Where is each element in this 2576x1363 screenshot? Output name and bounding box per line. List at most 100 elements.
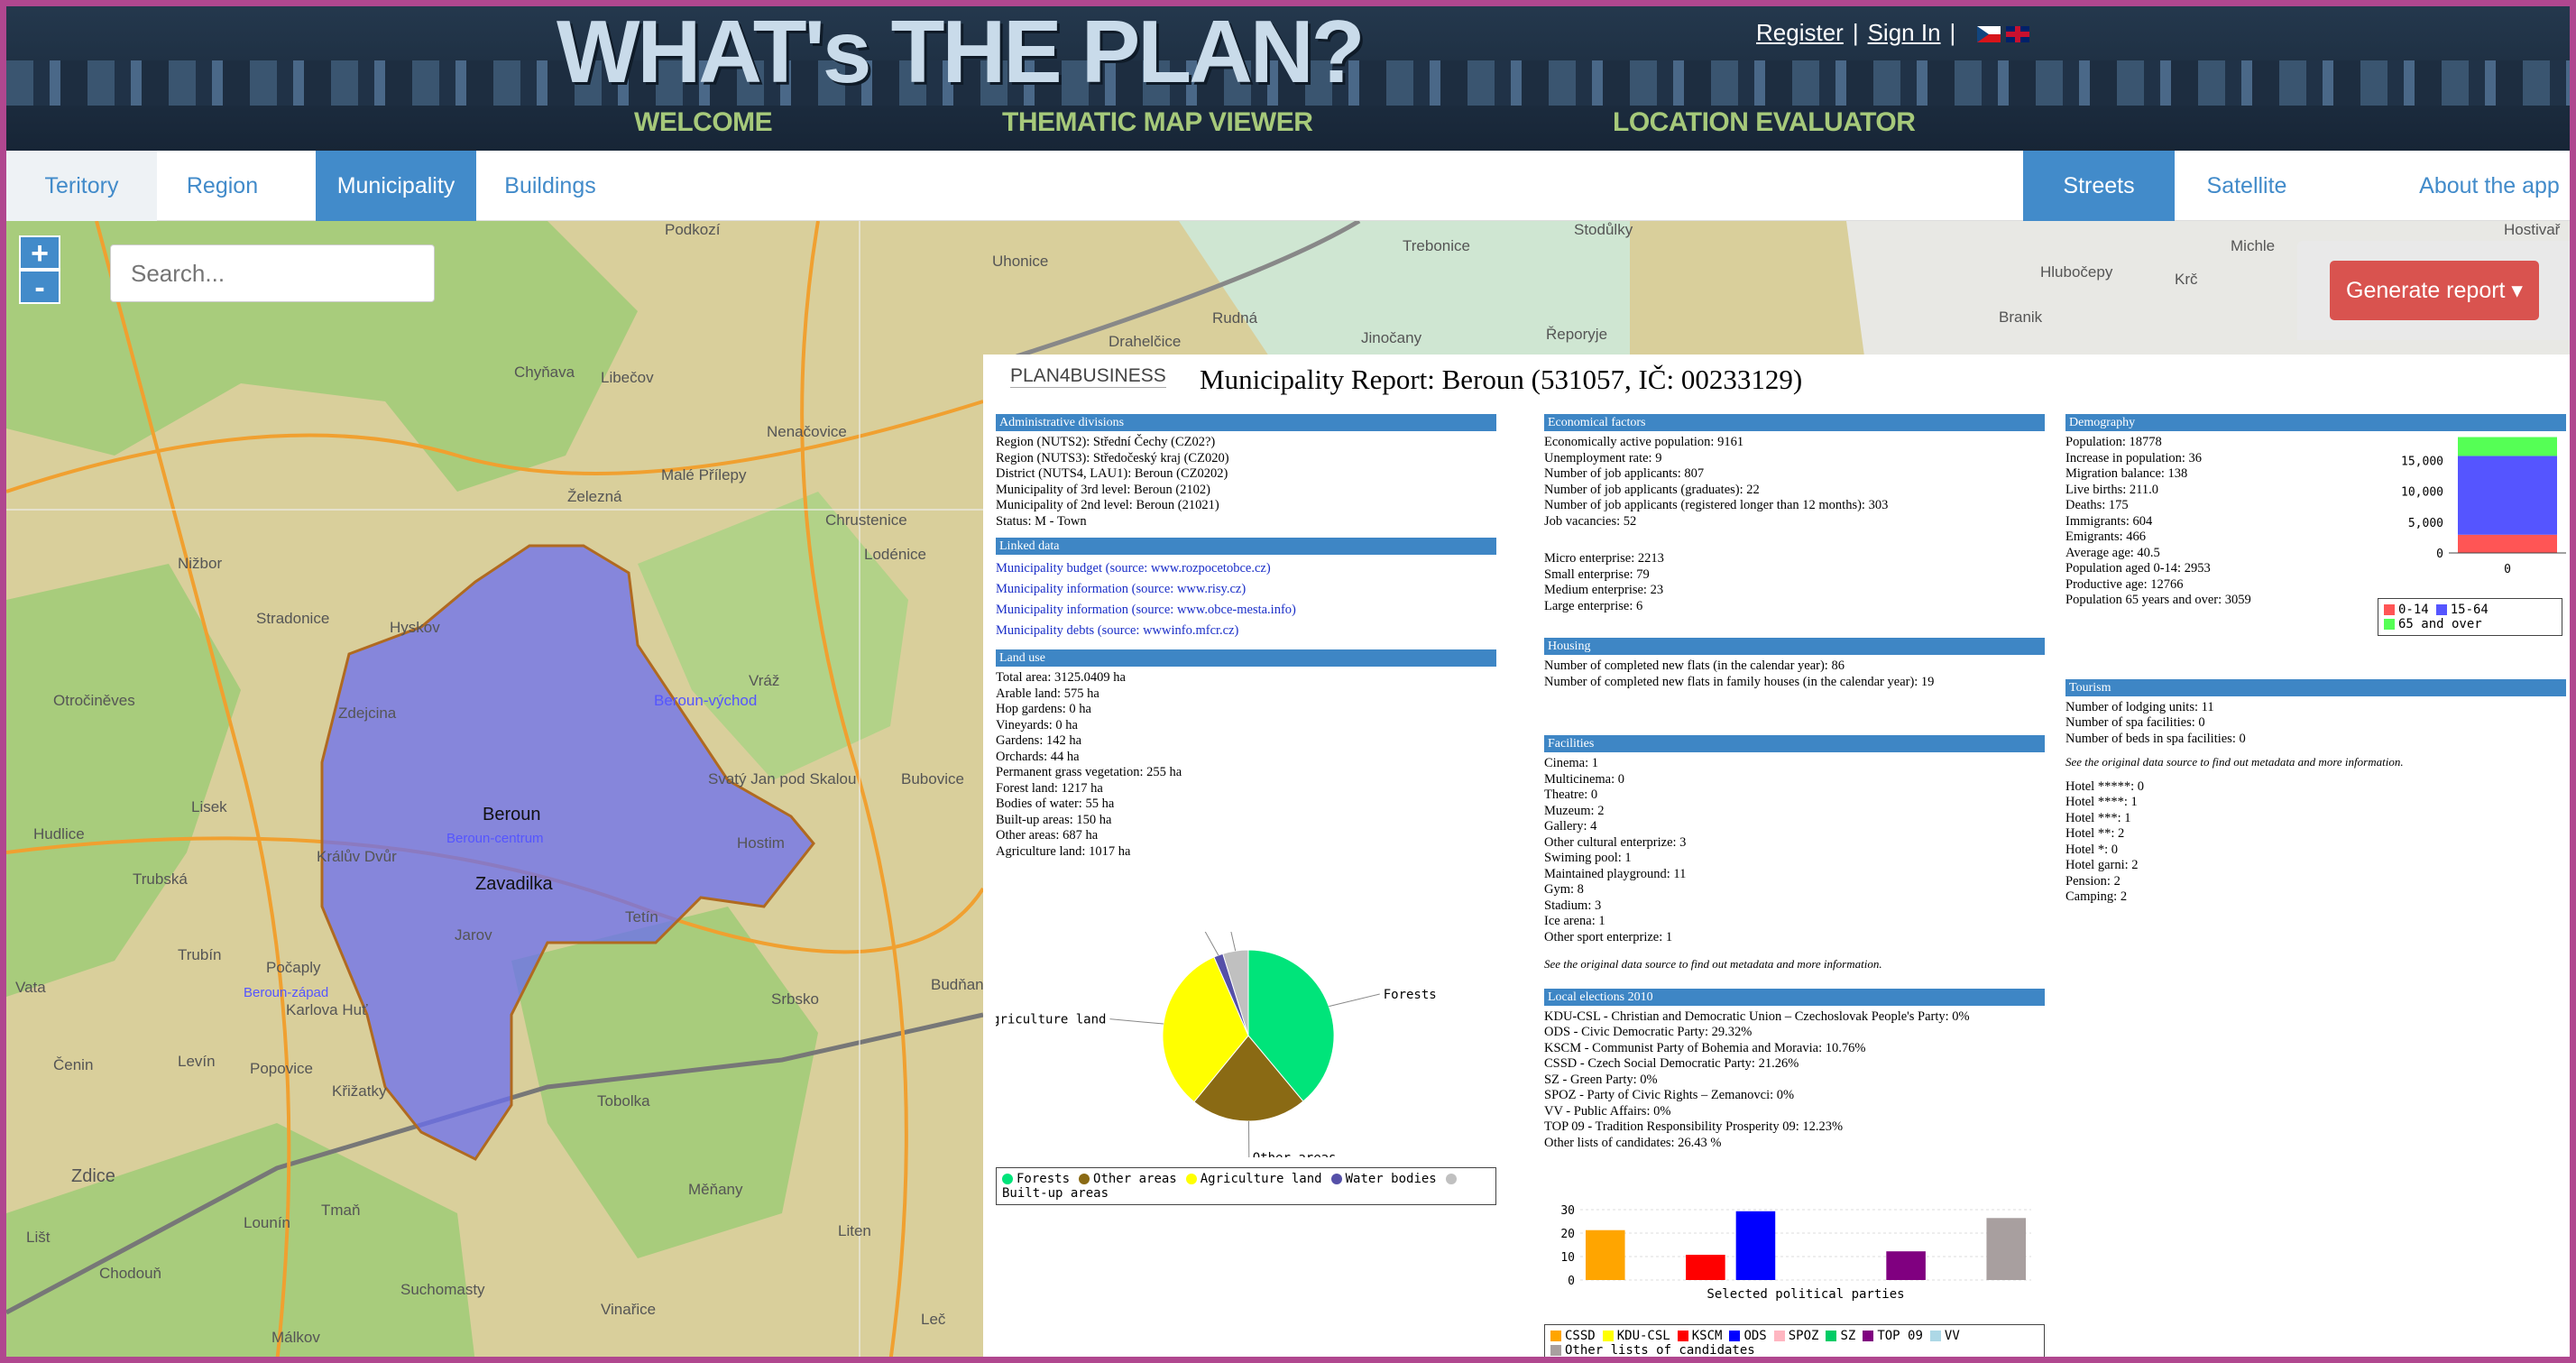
- report-line: Number of completed new flats (in the ca…: [1544, 658, 1845, 673]
- tab-teritory[interactable]: Teritory: [6, 151, 157, 221]
- report-control: Generate report ▾: [2297, 241, 2570, 340]
- map-label: Beroun-centrum: [446, 831, 544, 846]
- search-input[interactable]: [110, 244, 435, 302]
- report-line: Hotel *: 0: [2065, 842, 2118, 857]
- debts-link[interactable]: Municipality debts (source: wwwinfo.mfcr…: [996, 621, 1496, 641]
- app-frame: WHAT's THE PLAN? Register | Sign In | WELCO…: [0, 0, 2576, 1363]
- legend-item: Forests: [1002, 1172, 1070, 1186]
- report-line: Camping: 2: [2065, 889, 2128, 904]
- map-label: Zdice: [71, 1166, 115, 1186]
- obce-mesta-link[interactable]: Municipality information (source: www.ob…: [996, 600, 1496, 621]
- bar: [1735, 1211, 1776, 1280]
- legend-item: TOP 09: [1863, 1329, 1923, 1343]
- tab-region[interactable]: Region: [157, 151, 288, 221]
- map-label: Libečov: [601, 369, 654, 386]
- zoom-in-button[interactable]: +: [19, 235, 60, 270]
- report-line: Ice arena: 1: [1544, 914, 1605, 928]
- report-line: Other areas: 687 ha: [996, 828, 1099, 843]
- map-label: Vata: [15, 979, 46, 996]
- budget-link[interactable]: Municipality budget (source: www.rozpoce…: [996, 558, 1496, 579]
- separator: |: [1949, 19, 1956, 46]
- tab-streets[interactable]: Streets: [2023, 151, 2175, 221]
- map-label: Podkozí: [665, 221, 721, 238]
- elections-bar-chart: 0 10 20 30 Selected political parties CSSD KD…: [1544, 1202, 2045, 1357]
- report-line: SZ - Green Party: 0%: [1544, 1072, 1658, 1087]
- section-header: Tourism: [2065, 678, 2566, 696]
- map-label: Trubín: [178, 946, 222, 963]
- municipality-report-panel: PLAN4BUSINESS Municipality Report: Berou…: [983, 355, 2570, 1357]
- y-tick-label: 30: [1560, 1204, 1575, 1218]
- report-line: Hotel ***: 1: [2065, 810, 2131, 825]
- y-tick-label: 0: [2436, 548, 2443, 561]
- map-label: Michle: [2231, 237, 2276, 254]
- tab-about-the-app[interactable]: About the app: [2409, 151, 2570, 221]
- report-line: District (NUTS4, LAU1): Beroun (CZ0202): [996, 466, 1228, 481]
- source-note: See the original data source to find out…: [1544, 957, 1882, 971]
- report-line: Number of spa facilities: 0: [2065, 715, 2205, 730]
- report-line: Other lists of candidates: 26.43 %: [1544, 1135, 1722, 1150]
- generate-report-button[interactable]: Generate report ▾: [2330, 261, 2539, 320]
- election-lines: KDU-CSL - Christian and Democratic Union…: [1544, 1009, 2045, 1152]
- map-label: Srbsko: [771, 990, 819, 1008]
- report-line: Swiming pool: 1: [1544, 851, 1632, 865]
- map-label: Tetín: [625, 908, 658, 926]
- map-label: Zdejcina: [338, 705, 397, 722]
- nav-location-evaluator[interactable]: LOCATION EVALUATOR: [1613, 107, 1916, 138]
- map-label: Drahelčice: [1109, 333, 1182, 350]
- pie-label-connector: [1227, 915, 1237, 952]
- tab-buildings[interactable]: Buildings: [476, 151, 624, 221]
- facilities-lines: Cinema: 1 Multicinema: 0 Theatre: 0 Muzeum:…: [1544, 756, 2045, 851]
- report-line: Number of job applicants: 807: [1544, 466, 1705, 481]
- stack-svg: 0 5,000 10,000 15,000 0: [2401, 437, 2566, 576]
- map-label: Lišt: [26, 1229, 51, 1246]
- map-label: Suchomasty: [400, 1281, 485, 1298]
- report-line: Status: M - Town: [996, 513, 1087, 529]
- tab-satellite[interactable]: Satellite: [2175, 151, 2319, 221]
- zoom-out-button[interactable]: -: [19, 270, 60, 304]
- map-label: Leč: [921, 1311, 946, 1328]
- report-line: Stadium: 3: [1544, 898, 1602, 913]
- map-label: Vinařice: [601, 1301, 657, 1318]
- section-header: Housing: [1544, 638, 2045, 655]
- admin-lines: Region (NUTS2): Střední Čechy (CZ02?) Reg…: [996, 435, 1496, 530]
- map-label: Lisek: [191, 798, 227, 815]
- risy-link[interactable]: Municipality information (source: www.ri…: [996, 579, 1496, 600]
- report-line: Small enterprise: 79: [1544, 566, 1650, 582]
- map-label: Stradonice: [256, 610, 330, 627]
- report-line: Hotel garni: 2: [2065, 858, 2139, 872]
- report-line: Hotel *****: 0: [2065, 778, 2144, 794]
- map-label: Svatý Jan pod Skalou: [708, 770, 857, 787]
- nav-welcome[interactable]: WELCOME: [634, 107, 773, 138]
- map-label: Železná: [567, 488, 622, 505]
- map-label: Liten: [838, 1222, 871, 1239]
- bar: [1886, 1251, 1926, 1280]
- report-line: Micro enterprise: 2213: [1544, 551, 1664, 566]
- separator: |: [1852, 19, 1859, 46]
- map-label: Chodouň: [99, 1265, 162, 1282]
- map-label: Bubovice: [901, 770, 964, 787]
- map-label: Krč: [2175, 271, 2198, 288]
- czech-flag-icon[interactable]: [1976, 26, 2001, 43]
- population-stacked-chart: 0 5,000 10,000 15,000 0 0-14 15-6465 and over: [2372, 427, 2566, 636]
- legend-item: CSSD: [1550, 1329, 1596, 1343]
- legend-item: 0-14: [2384, 603, 2429, 617]
- map-label: Tobolka: [597, 1092, 650, 1110]
- nav-thematic-map-viewer[interactable]: THEMATIC MAP VIEWER: [1002, 107, 1313, 138]
- uk-flag-icon[interactable]: [2005, 26, 2029, 43]
- map-label: Trebonice: [1403, 237, 1470, 254]
- report-line: Theatre: 0: [1544, 787, 1598, 802]
- layer-tabs: Teritory Region Municipality Buildings S…: [6, 151, 2570, 221]
- pie-label-connector: [1199, 921, 1219, 956]
- tab-municipality[interactable]: Municipality: [316, 151, 476, 221]
- register-link[interactable]: Register: [1756, 19, 1844, 46]
- report-line: Region (NUTS2): Střední Čechy (CZ02?): [996, 435, 1216, 449]
- map-label: Křižatky: [332, 1082, 387, 1100]
- map-label: Hostivař: [2504, 221, 2561, 238]
- stack-legend: 0-14 15-6465 and over: [2378, 598, 2562, 636]
- sign-in-link[interactable]: Sign In: [1868, 19, 1941, 46]
- report-line: Forest land: 1217 ha: [996, 780, 1103, 796]
- map-label: Málkov: [271, 1329, 320, 1346]
- report-line: Municipality of 3rd level: Beroun (2102): [996, 482, 1210, 497]
- map-label: Otročiněves: [53, 692, 135, 709]
- report-line: Number of completed new flats in family …: [1544, 674, 1935, 689]
